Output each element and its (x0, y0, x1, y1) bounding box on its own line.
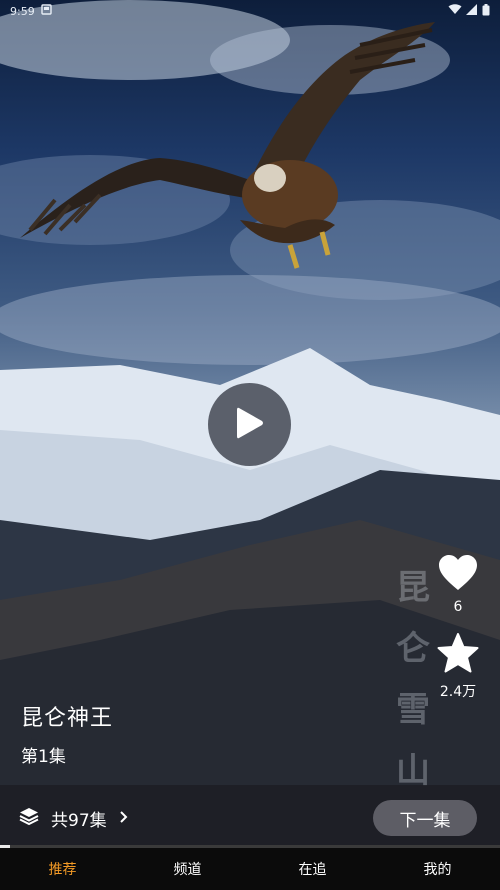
side-actions: 6 2.4万 (434, 555, 482, 701)
nav-tab-label: 我的 (423, 862, 452, 878)
battery-icon (482, 3, 490, 19)
bottom-nav: 推荐 频道 在追 我的 (0, 848, 500, 890)
cellular-signal-icon (466, 4, 478, 18)
play-button[interactable] (208, 383, 291, 466)
watermark-char: 仑 (396, 629, 430, 669)
status-bar: 9:59 (0, 0, 500, 22)
wifi-icon (448, 4, 462, 18)
watermark-char: 昆 (396, 568, 430, 608)
layers-icon (19, 806, 39, 831)
play-icon (235, 406, 265, 444)
favorite-button[interactable] (437, 633, 479, 677)
show-title: 昆仑神王 (21, 706, 114, 731)
next-episode-label: 下一集 (399, 810, 451, 831)
favorite-count: 2.4万 (439, 684, 477, 700)
star-icon (437, 633, 479, 673)
episode-collection-button[interactable]: 共97集 (19, 806, 129, 831)
nav-tab-label: 频道 (173, 862, 202, 878)
video-watermark: 昆 仑 雪 山 (388, 560, 438, 792)
nav-tab-channels[interactable]: 频道 (125, 848, 250, 890)
nav-tab-recommend[interactable]: 推荐 (0, 848, 125, 890)
nav-tab-following[interactable]: 在追 (250, 848, 375, 890)
chevron-right-icon (119, 809, 129, 829)
like-button[interactable] (438, 555, 478, 595)
next-episode-button[interactable]: 下一集 (373, 800, 477, 836)
watermark-char: 雪 (396, 690, 430, 730)
heart-icon (439, 555, 477, 590)
like-count: 6 (453, 599, 463, 615)
nav-tab-label: 推荐 (48, 862, 77, 878)
app-screen: 9:59 昆 仑 雪 山 6 2.4万 昆仑神王 第1集 共97集 下一集 推荐… (0, 0, 500, 890)
nav-tab-label: 在追 (298, 862, 327, 878)
notification-icon (41, 4, 52, 18)
nav-tab-profile[interactable]: 我的 (375, 848, 500, 890)
episode-label: 第1集 (21, 747, 66, 767)
episode-count-label: 共97集 (51, 811, 107, 831)
status-time: 9:59 (10, 4, 35, 18)
show-info: 昆仑神王 第1集 (21, 700, 113, 767)
